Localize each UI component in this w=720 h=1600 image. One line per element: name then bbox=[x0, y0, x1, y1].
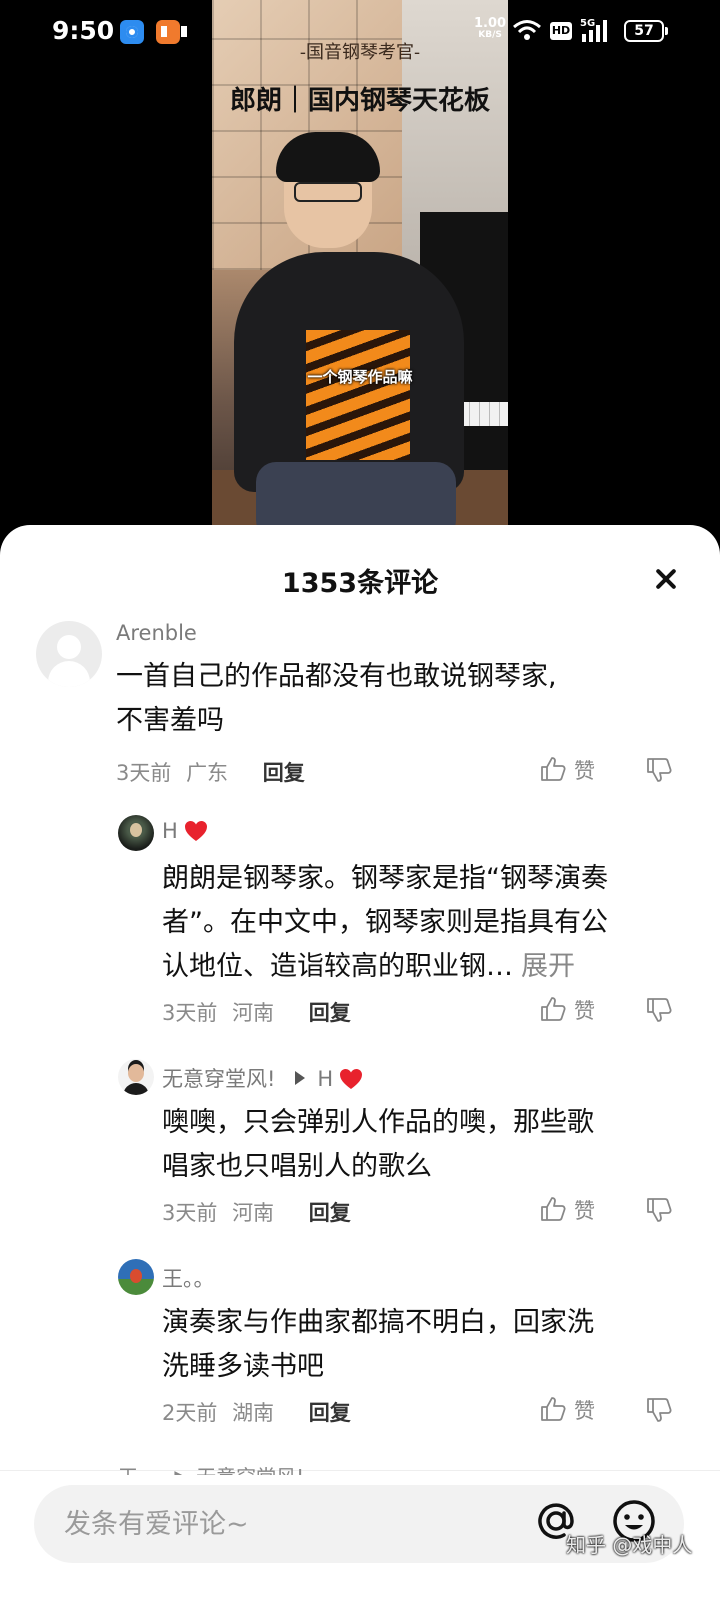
reply-button[interactable]: 回复 bbox=[309, 1201, 351, 1225]
comment-location: 河南 bbox=[232, 1001, 275, 1025]
reply-username[interactable]: H bbox=[162, 819, 178, 843]
comment-username[interactable]: Arenble bbox=[116, 621, 197, 645]
presenter-glasses bbox=[294, 182, 362, 202]
comment-text-line: 一首自己的作品都没有也敢说钢琴家, bbox=[116, 661, 557, 692]
comment-location: 河南 bbox=[232, 1201, 275, 1225]
like-label: 赞 bbox=[574, 1399, 595, 1423]
presenter-hair bbox=[276, 132, 380, 182]
comments-count-title: 1353条评论 bbox=[281, 568, 439, 599]
thumbs-up-icon bbox=[541, 1397, 566, 1421]
comment-location: 广东 bbox=[186, 761, 229, 785]
reader-app-icon bbox=[156, 20, 187, 44]
reply-button[interactable]: 回复 bbox=[309, 1401, 351, 1425]
comment-text-line: 唱家也只唱别人的歌么 bbox=[162, 1151, 432, 1182]
thumbs-up-icon bbox=[541, 757, 566, 781]
reply-username-row: H bbox=[162, 819, 208, 843]
comment-text-line: 噢噢，只会弹别人作品的噢，那些歌 bbox=[162, 1107, 594, 1138]
thumbs-down-icon[interactable] bbox=[646, 1197, 674, 1223]
like-button[interactable]: 赞 bbox=[540, 1195, 595, 1225]
comment-meta: 2天前 湖南 回复 bbox=[162, 1397, 351, 1427]
comment-text-line: 不害羞吗 bbox=[116, 705, 224, 736]
thumbs-down-icon[interactable] bbox=[646, 997, 674, 1023]
expand-link[interactable]: 展开 bbox=[521, 951, 575, 982]
comment-text-line: 洗睡多读书吧 bbox=[162, 1351, 324, 1382]
like-button[interactable]: 赞 bbox=[540, 1395, 595, 1425]
shirt-print bbox=[306, 330, 410, 460]
thumbs-down-icon[interactable] bbox=[646, 1397, 674, 1423]
comment-time: 2天前 bbox=[162, 1401, 218, 1425]
reply-username[interactable]: 王。。 bbox=[162, 1263, 215, 1293]
heart-icon bbox=[340, 1069, 363, 1089]
reply-arrow-icon bbox=[295, 1071, 306, 1085]
like-label: 赞 bbox=[574, 999, 595, 1023]
comment-text-line: 者”。在中文中，钢琴家则是指具有公 bbox=[162, 907, 608, 938]
zhihu-watermark: 知乎 @戏中人 bbox=[566, 1533, 693, 1557]
default-avatar-body bbox=[48, 661, 90, 687]
signal-icon: 5G bbox=[580, 18, 607, 42]
comment-location: 湖南 bbox=[232, 1401, 275, 1425]
comment-time: 3天前 bbox=[162, 1001, 218, 1025]
partially-hidden-comment: 王。。 ▶ 无意穿堂风! bbox=[118, 1461, 418, 1475]
avatar[interactable] bbox=[118, 1259, 154, 1295]
reply-text[interactable]: 朗朗是钢琴家。钢琴家是指“钢琴演奏 者”。在中文中，钢琴家则是指具有公 认地位、… bbox=[162, 857, 608, 989]
comment-meta: 3天前 广东 回复 bbox=[116, 757, 305, 787]
like-button[interactable]: 赞 bbox=[540, 995, 595, 1025]
battery-icon: 57 bbox=[624, 20, 668, 42]
comment-meta: 3天前 河南 回复 bbox=[162, 1197, 351, 1227]
network-speed-unit: KB/S bbox=[478, 30, 502, 40]
reply-button[interactable]: 回复 bbox=[263, 761, 305, 785]
default-avatar-head bbox=[57, 635, 81, 659]
reply-username-row: 无意穿堂风! H bbox=[162, 1063, 363, 1093]
comment-input-bar: 王。。 ▶ 无意穿堂风! 知乎 @戏中人 bbox=[0, 1465, 720, 1600]
avatar[interactable] bbox=[118, 815, 154, 851]
comment-meta: 3天前 河南 回复 bbox=[162, 997, 351, 1027]
network-speed-value: 1.00 bbox=[474, 16, 507, 31]
hd-icon: HD bbox=[550, 22, 572, 40]
video-frame[interactable]: -国音钢琴考官- 郎朗｜国内钢琴天花板 一个钢琴作品嘛 bbox=[212, 0, 508, 540]
comment-time: 3天前 bbox=[116, 761, 172, 785]
comment-text[interactable]: 一首自己的作品都没有也敢说钢琴家, 不害羞吗 bbox=[116, 655, 557, 743]
thumbs-up-icon bbox=[541, 1197, 566, 1221]
video-subtitle: 一个钢琴作品嘛 bbox=[307, 368, 413, 386]
comments-sheet: 1353条评论 Arenble 一首自己的作品都没有也敢说钢琴家, 不害羞吗 3… bbox=[0, 525, 720, 1600]
like-label: 赞 bbox=[574, 1199, 595, 1223]
comment-text-line: 朗朗是钢琴家。钢琴家是指“钢琴演奏 bbox=[162, 863, 608, 894]
truncated-text: 认地位、造诣较高的职业钢… bbox=[162, 951, 513, 982]
like-button[interactable]: 赞 bbox=[540, 755, 595, 785]
like-label: 赞 bbox=[574, 759, 595, 783]
reply-target-username[interactable]: H bbox=[317, 1067, 333, 1091]
network-speed: 1.00 KB/S bbox=[474, 17, 506, 41]
browser-app-icon bbox=[120, 20, 144, 44]
comment-time: 3天前 bbox=[162, 1201, 218, 1225]
heart-icon bbox=[184, 821, 207, 841]
status-time: 9:50 bbox=[52, 16, 115, 45]
video-player[interactable]: -国音钢琴考官- 郎朗｜国内钢琴天花板 一个钢琴作品嘛 bbox=[0, 0, 720, 540]
video-title: 郎朗｜国内钢琴天花板 bbox=[229, 86, 490, 116]
close-icon[interactable] bbox=[652, 565, 680, 593]
status-bar: 9:50 1.00 KB/S HD 5G 57 bbox=[0, 0, 720, 64]
reply-button[interactable]: 回复 bbox=[309, 1001, 351, 1025]
thumbs-up-icon bbox=[541, 997, 566, 1021]
reply-username[interactable]: 无意穿堂风! bbox=[162, 1067, 275, 1091]
app-screen: -国音钢琴考官- 郎朗｜国内钢琴天花板 一个钢琴作品嘛 9:50 1.00 KB… bbox=[0, 0, 720, 1600]
comment-text-line: 演奏家与作曲家都搞不明白，回家洗 bbox=[162, 1307, 594, 1338]
avatar[interactable] bbox=[118, 1059, 154, 1095]
comment-text-line: 认地位、造诣较高的职业钢… 展开 bbox=[162, 945, 608, 989]
reply-text[interactable]: 演奏家与作曲家都搞不明白，回家洗 洗睡多读书吧 bbox=[162, 1301, 594, 1389]
wifi-icon bbox=[513, 20, 541, 40]
thumbs-down-icon[interactable] bbox=[646, 757, 674, 783]
reply-text[interactable]: 噢噢，只会弹别人作品的噢，那些歌 唱家也只唱别人的歌么 bbox=[162, 1101, 594, 1189]
signal-label: 5G bbox=[580, 18, 595, 29]
avatar[interactable] bbox=[36, 621, 102, 687]
